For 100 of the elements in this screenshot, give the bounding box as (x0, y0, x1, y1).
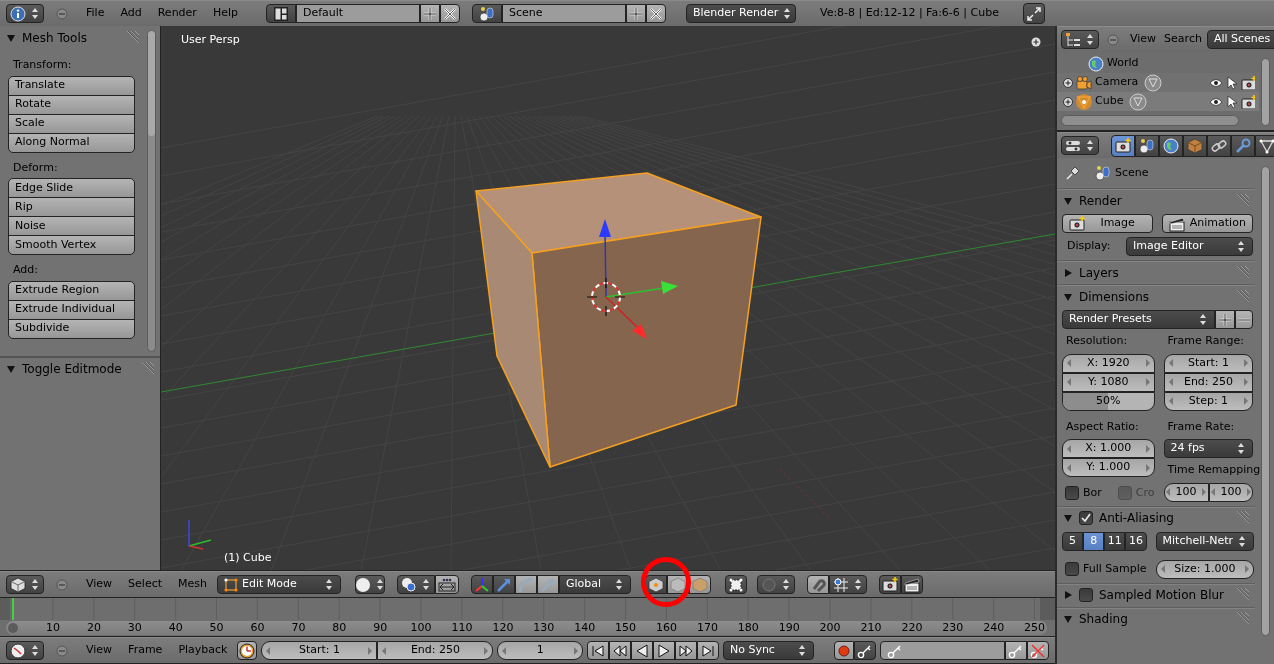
tool-button[interactable]: Smooth Vertex (8, 235, 135, 255)
panel-title[interactable]: Toggle Editmode (22, 360, 132, 378)
properties-tab[interactable] (1207, 134, 1231, 157)
manipulator-toggle[interactable] (435, 575, 459, 594)
fullscreen-button[interactable] (1022, 3, 1045, 24)
checkbox[interactable] (1079, 588, 1093, 602)
sample-count-option[interactable]: 5 (1062, 531, 1084, 551)
mode-dropdown[interactable]: Edit Mode (217, 575, 341, 594)
pin-icon[interactable] (1065, 165, 1081, 181)
sync-dropdown[interactable]: No Sync (722, 641, 814, 660)
eye-icon[interactable] (1209, 77, 1223, 88)
menu-item[interactable]: File (80, 5, 111, 22)
properties-selector[interactable] (1061, 136, 1099, 155)
scene-button[interactable] (471, 4, 502, 23)
record-button[interactable] (834, 641, 854, 660)
tool-button[interactable]: Extrude Individual (8, 299, 135, 320)
panel-title[interactable]: Shading (1079, 610, 1228, 628)
time-remap-new-field[interactable]: 100 (1208, 482, 1254, 502)
tool-button[interactable]: Edge Slide (8, 178, 135, 198)
time-remap-old-field[interactable]: 100 (1163, 482, 1209, 502)
cube-selector[interactable] (6, 575, 44, 594)
timeline-scrollbar[interactable]: 10 20 30 40 50 60 70 80 90 100 110 120 130 140 150 160 170 180 190 200 210 220 230 240 250 (6, 621, 1047, 635)
checkbox[interactable] (1079, 511, 1093, 525)
frame-rate-dropdown[interactable]: 24 fps (1163, 439, 1254, 458)
clock-selector[interactable] (6, 641, 44, 660)
render-button[interactable] (879, 575, 901, 594)
render-button[interactable] (901, 575, 923, 594)
manipulator-mode-button[interactable] (493, 575, 515, 594)
properties-tab[interactable] (1255, 134, 1274, 157)
manipulator-mode-button[interactable] (471, 575, 493, 594)
left-arrow-icon[interactable] (1165, 488, 1171, 496)
scrollbar[interactable] (1261, 166, 1270, 636)
playback-button[interactable] (630, 641, 653, 660)
expand-triangle-icon[interactable] (1063, 590, 1073, 600)
menu-item[interactable]: Add (114, 5, 148, 22)
manipulator-mode-button[interactable] (537, 575, 559, 594)
snap-element-selector[interactable] (829, 575, 867, 594)
tool-button[interactable]: Noise (8, 216, 135, 236)
eye-icon[interactable] (1209, 96, 1223, 107)
tool-button[interactable]: Scale (8, 113, 135, 134)
panel-title[interactable]: Mesh Tools (22, 29, 117, 47)
presets-dropdown[interactable]: Render Presets (1062, 310, 1216, 329)
cursor-icon[interactable] (1227, 75, 1237, 90)
expand-icon[interactable] (1063, 96, 1073, 107)
select-mode-button[interactable] (689, 575, 711, 594)
menu-item[interactable]: Help (206, 5, 244, 22)
playback-button[interactable] (652, 641, 675, 660)
outliner-item-name[interactable]: World (1107, 55, 1139, 72)
panel-title[interactable]: Anti-Aliasing (1099, 509, 1228, 527)
render-action-button[interactable]: Image (1062, 214, 1154, 233)
properties-tab[interactable] (1159, 134, 1183, 157)
playback-button[interactable] (586, 641, 609, 660)
keying-set-field[interactable] (880, 641, 1005, 660)
menu-item[interactable]: Playback (172, 642, 234, 659)
menu-item[interactable]: Render (151, 5, 203, 22)
scene-name-field[interactable]: Scene (501, 4, 626, 23)
right-arrow-icon[interactable] (1246, 488, 1252, 496)
tool-button[interactable]: Subdivide (8, 318, 135, 339)
collapse-triangle-icon[interactable] (1063, 195, 1073, 206)
scrollbar-handle[interactable] (8, 623, 18, 633)
info-selector[interactable] (6, 4, 44, 23)
panel-title[interactable]: Render (1079, 191, 1228, 210)
proportional-edit-selector[interactable] (757, 575, 795, 594)
cursor-icon[interactable] (1227, 94, 1237, 109)
render-camera-icon[interactable] (1241, 75, 1255, 90)
expand-triangle-icon[interactable] (1063, 267, 1073, 278)
snap-toggle[interactable] (807, 575, 829, 594)
menu-item[interactable]: Mesh (172, 576, 213, 593)
horizontal-scrollbar[interactable] (1061, 115, 1239, 126)
checkbox[interactable] (1065, 486, 1079, 501)
panel-title[interactable]: Dimensions (1079, 287, 1228, 306)
render-action-button[interactable]: Animation (1162, 214, 1254, 233)
checkbox-label[interactable]: Full Sample (1083, 560, 1147, 578)
panel-title[interactable]: Layers (1079, 263, 1228, 282)
remove-preset-button[interactable] (1235, 310, 1254, 329)
sample-count-option[interactable]: 16 (1125, 531, 1147, 551)
expand-icon[interactable] (1063, 77, 1073, 88)
checkbox[interactable] (1065, 562, 1079, 576)
collapse-triangle-icon[interactable] (1063, 291, 1073, 302)
tool-button[interactable]: Rotate (8, 94, 135, 115)
render-engine-dropdown[interactable]: Blender Render (685, 4, 796, 23)
collapse-triangle-icon[interactable] (1063, 513, 1073, 523)
scrollbar-thumb[interactable] (148, 31, 155, 136)
collapse-triangle-icon[interactable] (6, 364, 16, 374)
scrollbar[interactable] (1261, 58, 1270, 126)
tool-button[interactable]: Extrude Region (8, 280, 135, 301)
outliner-row[interactable]: Camera (1057, 73, 1259, 92)
collapse-triangle-icon[interactable] (6, 33, 16, 43)
filter-dropdown[interactable]: Mitchell-Netr (1155, 531, 1255, 551)
tool-button[interactable]: Along Normal (8, 132, 135, 153)
outliner-selector[interactable] (1061, 30, 1099, 49)
menu-item[interactable]: View (80, 576, 119, 593)
sample-count-option[interactable]: 11 (1104, 531, 1126, 551)
delete-keyframe-button[interactable] (1027, 641, 1049, 660)
panel-title[interactable]: Sampled Motion Blur (1099, 586, 1228, 604)
tool-button[interactable]: Rip (8, 197, 135, 217)
insert-keyframe-button[interactable] (1005, 641, 1027, 660)
playback-button[interactable] (608, 641, 631, 660)
keyframe-toggle[interactable] (237, 641, 258, 660)
display-dropdown[interactable]: Image Editor (1126, 237, 1254, 256)
